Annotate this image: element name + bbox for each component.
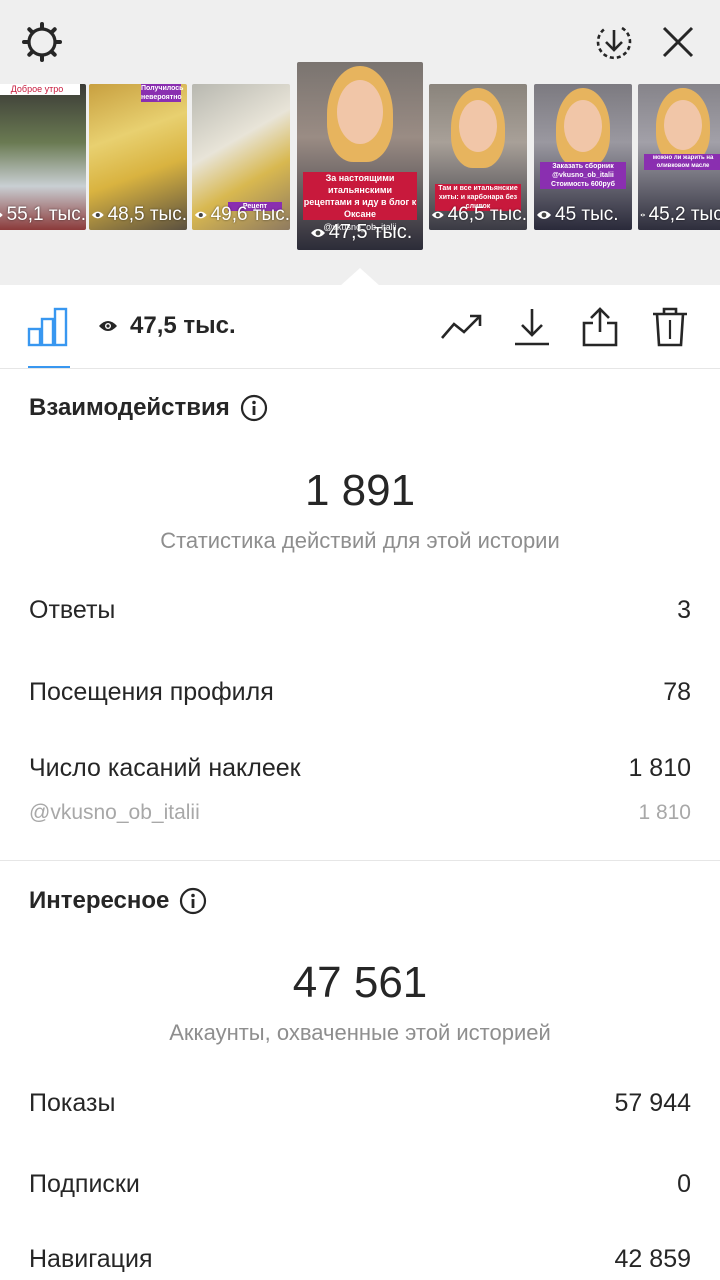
stat-value: 57 944: [614, 1089, 691, 1117]
info-icon[interactable]: [240, 394, 268, 422]
eye-icon: [310, 228, 325, 237]
download-icon: [515, 309, 549, 346]
stat-value: 42 859: [614, 1245, 691, 1273]
discovery-total: 47 561: [292, 958, 428, 1007]
story-caption: За настоящими итальянскими рецептами я и…: [303, 172, 417, 220]
story-strip-area: Доброе утро 55,1 тыс. Получилось невероя…: [0, 0, 720, 286]
eye-icon: [431, 211, 444, 219]
stat-row-impressions: Показы 57 944: [29, 1089, 691, 1118]
insights-tab-button[interactable]: [26, 305, 70, 349]
bar-chart-icon: [27, 307, 68, 347]
story-thumbnail-selected[interactable]: За настоящими итальянскими рецептами я и…: [297, 62, 423, 250]
stat-label: Ответы: [29, 596, 116, 624]
stat-row-sticker-mention[interactable]: @vkusno_ob_italii 1 810: [29, 801, 691, 825]
gear-icon: [22, 22, 62, 62]
story-thumbnail[interactable]: Заказать сборник @vkusno_ob_italii Стоим…: [534, 84, 632, 230]
story-thumbnail[interactable]: Доброе утро 55,1 тыс.: [0, 84, 86, 230]
interactions-total-label: Статистика действий для этой истории: [160, 528, 560, 553]
trend-icon: [441, 314, 482, 339]
eye-icon: [99, 321, 117, 331]
story-thumbnail[interactable]: Там и все итальянские хиты: и карбонара …: [429, 84, 527, 230]
save-story-button[interactable]: [590, 18, 638, 66]
stat-row-profile-visits: Посещения профиля 78: [29, 678, 691, 707]
story-views: 45 тыс.: [534, 204, 632, 226]
stat-value: 78: [663, 678, 691, 706]
story-caption: Получилось невероятно: [141, 84, 184, 102]
story-views: 48,5 тыс.: [89, 204, 187, 226]
story-views: 55,1 тыс.: [0, 204, 86, 226]
stat-value: 3: [677, 596, 691, 624]
story-views-value: 45,2 тыс.: [648, 204, 720, 225]
share-icon: [582, 307, 618, 347]
close-button[interactable]: [654, 18, 702, 66]
stat-label: Показы: [29, 1089, 116, 1117]
discovery-total-label: Аккаунты, охваченные этой историей: [169, 1020, 551, 1045]
story-thumbnail[interactable]: Рецепт 49,6 тыс.: [192, 84, 290, 230]
story-caption: Доброе утро: [0, 84, 80, 95]
stat-label: Число касаний наклеек: [29, 754, 301, 782]
views-summary: 47,5 тыс.: [98, 312, 236, 340]
story-views-value: 46,5 тыс.: [447, 204, 527, 225]
selected-story-pointer: [340, 268, 380, 286]
story-views: 49,6 тыс.: [192, 204, 290, 226]
story-views: 47,5 тыс.: [297, 221, 423, 244]
story-views-value: 55,1 тыс.: [6, 204, 86, 225]
discovery-title-text: Интересное: [29, 887, 170, 914]
trash-icon: [653, 307, 687, 347]
stat-row-replies: Ответы 3: [29, 596, 691, 625]
story-thumbnail[interactable]: Получилось невероятно 48,5 тыс.: [89, 84, 187, 230]
stat-label: Посещения профиля: [29, 678, 274, 706]
views-count: 47,5 тыс.: [130, 312, 236, 339]
story-views-value: 47,5 тыс.: [328, 221, 413, 243]
story-views: 45,2 тыс.: [638, 204, 720, 226]
stat-row-navigation: Навигация 42 859: [29, 1245, 691, 1274]
section-divider: [0, 860, 720, 861]
delete-button[interactable]: [648, 305, 692, 349]
settings-button[interactable]: [18, 18, 66, 66]
person-face: [664, 100, 702, 150]
eye-icon: [640, 213, 646, 217]
stat-label: Подписки: [29, 1170, 140, 1198]
info-icon[interactable]: [179, 887, 207, 915]
story-thumbnail[interactable]: можно ли жарить на оливковом масле 45,2 …: [638, 84, 720, 230]
interactions-total: 1 891: [304, 466, 416, 515]
interactions-section-title: Взаимодействия: [29, 394, 268, 422]
promote-button[interactable]: [440, 305, 484, 349]
story-views-value: 45 тыс.: [555, 204, 619, 225]
download-button[interactable]: [510, 305, 554, 349]
discovery-section-title: Интересное: [29, 887, 207, 915]
story-caption: можно ли жарить на оливковом масле: [644, 154, 720, 170]
stat-value: 1 810: [628, 754, 691, 782]
stat-row-sticker-taps: Число касаний наклеек 1 810: [29, 754, 691, 783]
story-caption: Заказать сборник @vkusno_ob_italii Стоим…: [540, 162, 626, 189]
stat-label: Навигация: [29, 1245, 153, 1273]
stat-row-follows: Подписки 0: [29, 1170, 691, 1199]
insights-tab-indicator: [28, 366, 70, 368]
eye-icon: [91, 211, 104, 219]
story-views-value: 49,6 тыс.: [210, 204, 290, 225]
close-icon: [662, 26, 694, 58]
eye-icon: [0, 212, 3, 218]
stat-value: 0: [677, 1170, 691, 1198]
insights-toolbar: 47,5 тыс.: [0, 285, 720, 369]
eye-icon: [537, 211, 551, 219]
person-face: [459, 100, 497, 152]
story-views: 46,5 тыс.: [429, 204, 527, 226]
interactions-title-text: Взаимодействия: [29, 394, 230, 421]
story-views-value: 48,5 тыс.: [107, 204, 187, 225]
sticker-mention-label: @vkusno_ob_italii: [29, 801, 200, 824]
person-face: [564, 100, 602, 152]
sticker-mention-value: 1 810: [638, 801, 691, 824]
share-button[interactable]: [578, 305, 622, 349]
person-face: [337, 80, 383, 144]
download-circle-icon: [596, 26, 632, 60]
eye-icon: [194, 211, 207, 219]
